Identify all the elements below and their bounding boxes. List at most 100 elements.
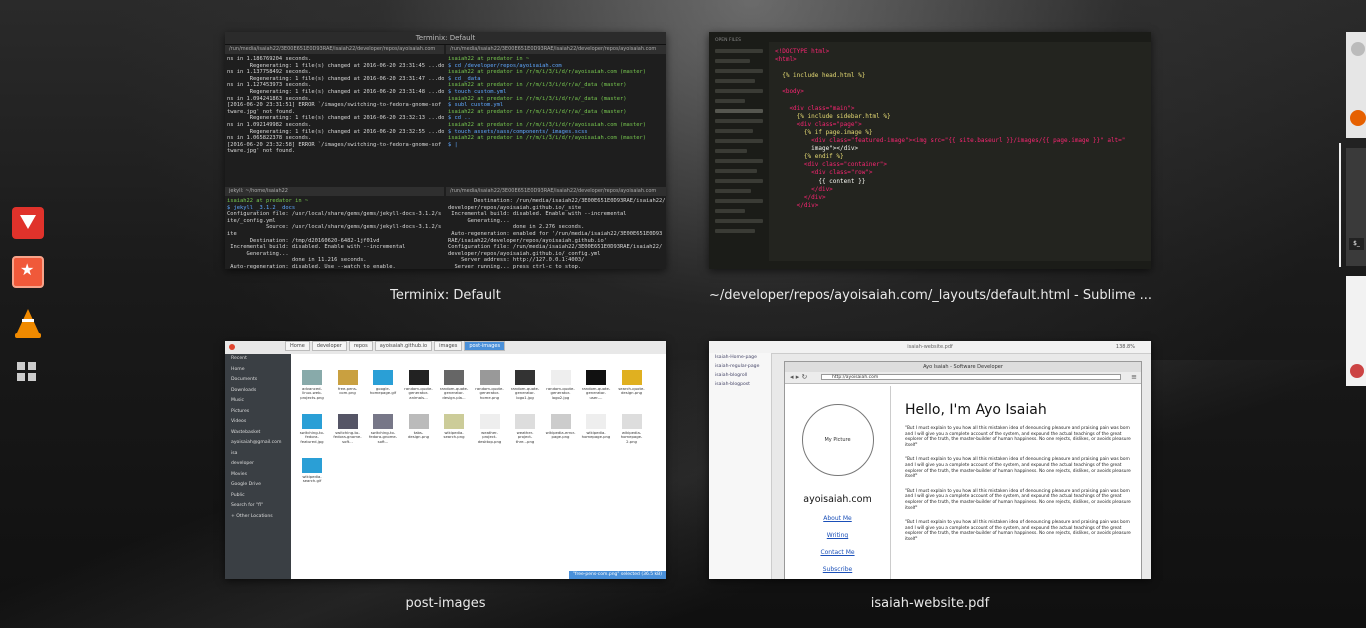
- file-view[interactable]: advanced-linux-web-projects.png free-pens…: [291, 354, 666, 579]
- breadcrumb-item[interactable]: repos: [348, 341, 373, 351]
- workspace-thumb[interactable]: [1346, 32, 1366, 138]
- file-item[interactable]: random-quote-generator-home.png: [475, 370, 505, 406]
- heading: Hello, I'm Ayo Isaiah: [905, 402, 1047, 418]
- file-item[interactable]: switching-to-fedora-gnome-soft...: [368, 414, 398, 450]
- terminal-pane[interactable]: Destination: /run/media/isaiah22/3E00E65…: [446, 196, 666, 269]
- file-item[interactable]: wikipedia-homepage.png: [581, 414, 611, 450]
- file-item[interactable]: wikipedia-search.png: [439, 414, 469, 450]
- status-bar: [709, 261, 1151, 269]
- close-icon[interactable]: [229, 344, 235, 350]
- outline-item[interactable]: isaiah-blogpost: [709, 380, 771, 389]
- terminal-pane[interactable]: isaiah22 at predator in ~ $ cd /developer…: [446, 54, 666, 184]
- sidebar-item[interactable]: Videos: [225, 417, 291, 428]
- file-item[interactable]: random-quote-generator-logo2.jpg: [546, 370, 576, 406]
- sidebar-item[interactable]: Downloads: [225, 386, 291, 397]
- image-thumbnail: [621, 370, 642, 385]
- code-line: <div class="page">: [775, 120, 862, 128]
- vivaldi-icon[interactable]: [12, 207, 44, 239]
- outline-item[interactable]: isaiah-blogroll: [709, 371, 771, 380]
- file-item[interactable]: switching-to-fedora-featured.jpg: [297, 414, 327, 450]
- sidebar-item[interactable]: Google Drive: [225, 480, 291, 491]
- code-line: <div class="main">: [775, 104, 855, 112]
- sidebar-item[interactable]: Documents: [225, 375, 291, 386]
- pane-tab[interactable]: /run/media/isaiah22/3E00E651E0D93RAE/isa…: [446, 45, 666, 54]
- workspace-thumb[interactable]: [1346, 276, 1366, 386]
- code-line: </div>: [775, 201, 819, 209]
- file-item[interactable]: tabs-design.png: [404, 414, 434, 450]
- terminal-line: ns in 1.186769204 seconds.: [227, 56, 312, 62]
- bookmarks-icon[interactable]: [12, 256, 44, 288]
- file-item[interactable]: random-quote-generator-user-...: [581, 370, 611, 406]
- file-item[interactable]: random-quote-generator-animals...: [404, 370, 434, 406]
- image-thumbnail: [302, 370, 322, 385]
- code-line: image"></div>: [775, 145, 859, 153]
- file-item[interactable]: wikipedia-error-page.png: [546, 414, 576, 450]
- terminal-line: Incremental build: disabled. Enable with…: [227, 244, 406, 251]
- code-editor[interactable]: <!DOCTYPE html> <html> {% include head.ht…: [775, 48, 1125, 210]
- image-thumbnail: [550, 370, 571, 385]
- window-terminix[interactable]: Terminix: Default /run/media/isaiah22/3E…: [225, 32, 666, 269]
- breadcrumb-item[interactable]: ayoisaiah.github.io: [374, 341, 433, 351]
- desktop-background: [0, 360, 1366, 628]
- file-item[interactable]: random-quote-generator-design.pla...: [439, 370, 469, 406]
- sidebar-item[interactable]: Movies: [225, 470, 291, 481]
- sidebar-item[interactable]: developer: [225, 459, 291, 470]
- workspace-thumb[interactable]: $_: [1346, 148, 1366, 266]
- file-label: random-quote-generator-design.pla...: [439, 386, 469, 400]
- pane-tab[interactable]: jekyll: ~/home/isaiah22: [225, 187, 444, 196]
- zoom-level[interactable]: 138.8%: [1116, 344, 1135, 350]
- image-thumbnail: [444, 414, 464, 429]
- breadcrumb-item[interactable]: Home: [285, 341, 310, 351]
- link-contact[interactable]: Contact Me: [785, 549, 890, 556]
- file-item[interactable]: free-pens-com.png: [333, 370, 363, 406]
- sidebar-item[interactable]: + Other Locations: [225, 512, 291, 523]
- outline-item[interactable]: Isaiah-Home-page: [709, 353, 771, 362]
- file-item[interactable]: weather-project-desktop.png: [475, 414, 505, 450]
- terminal-pane[interactable]: isaiah22 at predator in ~ $ jekyll _3.1.2…: [225, 196, 444, 269]
- sidebar-item[interactable]: isa: [225, 449, 291, 460]
- show-apps-icon[interactable]: [17, 362, 39, 384]
- page-title: Ayo Isaiah - Software Developer: [785, 362, 1141, 372]
- pane-tab[interactable]: /run/media/isaiah22/3E00E651E0D93RAE/isa…: [225, 45, 444, 54]
- sidebar-item[interactable]: ayoisaiah@gmail.com: [225, 438, 291, 449]
- sidebar-item[interactable]: Pictures: [225, 407, 291, 418]
- window-sublime[interactable]: OPEN FILES <!DOCTYPE html> <html> {% incl…: [709, 32, 1151, 269]
- file-item[interactable]: wikipedia-homepage-2.png: [617, 414, 647, 450]
- pane-tab[interactable]: /run/media/isaiah22/3E00E651E0D93RAE/isa…: [446, 187, 666, 196]
- window-pdf-viewer[interactable]: isaiah-website.pdf 138.8% Isaiah-Home-pa…: [709, 341, 1151, 579]
- places-sidebar[interactable]: Recent Home Documents Downloads Music Picture…: [225, 354, 291, 579]
- sidebar-item[interactable]: Home: [225, 365, 291, 376]
- outline-sidebar[interactable]: Isaiah-Home-page isaiah-regular-page isaia…: [709, 353, 772, 579]
- file-item[interactable]: wikipedia-search.gif: [297, 458, 327, 494]
- image-thumbnail: [408, 370, 429, 385]
- link-about[interactable]: About Me: [785, 515, 890, 522]
- outline-item[interactable]: isaiah-regular-page: [709, 362, 771, 371]
- sidebar-item[interactable]: Recent: [225, 354, 291, 365]
- terminal-line: Regenerating: 1 file(s) changed at 2016-…: [227, 115, 444, 122]
- file-item[interactable]: advanced-linux-web-projects.png: [297, 370, 327, 406]
- link-writing[interactable]: Writing: [785, 532, 890, 539]
- breadcrumb-item[interactable]: developer: [311, 341, 347, 351]
- file-item[interactable]: weather-project-thre...png: [510, 414, 540, 450]
- file-item[interactable]: google-homepage.gif: [368, 370, 398, 406]
- breadcrumb-item[interactable]: post-images: [464, 341, 506, 351]
- sidebar-item[interactable]: Music: [225, 396, 291, 407]
- code-line: <div class="row">: [775, 169, 873, 177]
- content-column: Hello, I'm Ayo Isaiah "But I must explai…: [905, 402, 1133, 552]
- vlc-icon[interactable]: [12, 307, 44, 339]
- file-item[interactable]: switching-to-fedora-gnome-soft...: [333, 414, 363, 450]
- terminal-pane[interactable]: ns in 1.186769204 seconds. Regenerating:…: [225, 54, 444, 184]
- editor-tabs[interactable]: [769, 32, 1151, 42]
- sidebar-item[interactable]: Wastebasket: [225, 428, 291, 439]
- file-item[interactable]: random-quote-generator-logo1.jpg: [510, 370, 540, 406]
- link-subscribe[interactable]: Subscribe: [785, 566, 890, 573]
- sidebar-item[interactable]: Public: [225, 491, 291, 502]
- file-item[interactable]: search-quote-design.png: [617, 370, 647, 406]
- file-label: free-pens-com.png: [337, 386, 358, 396]
- breadcrumb-item[interactable]: images: [434, 341, 463, 351]
- image-thumbnail: [586, 370, 606, 385]
- sidebar-item[interactable]: Search for "fl": [225, 501, 291, 512]
- path-bar[interactable]: Home developer repos ayoisaiah.github.io ima…: [225, 341, 666, 355]
- terminal-line: Configuration file: /run/media/isaiah22/…: [448, 244, 663, 251]
- window-files[interactable]: Home developer repos ayoisaiah.github.io ima…: [225, 341, 666, 579]
